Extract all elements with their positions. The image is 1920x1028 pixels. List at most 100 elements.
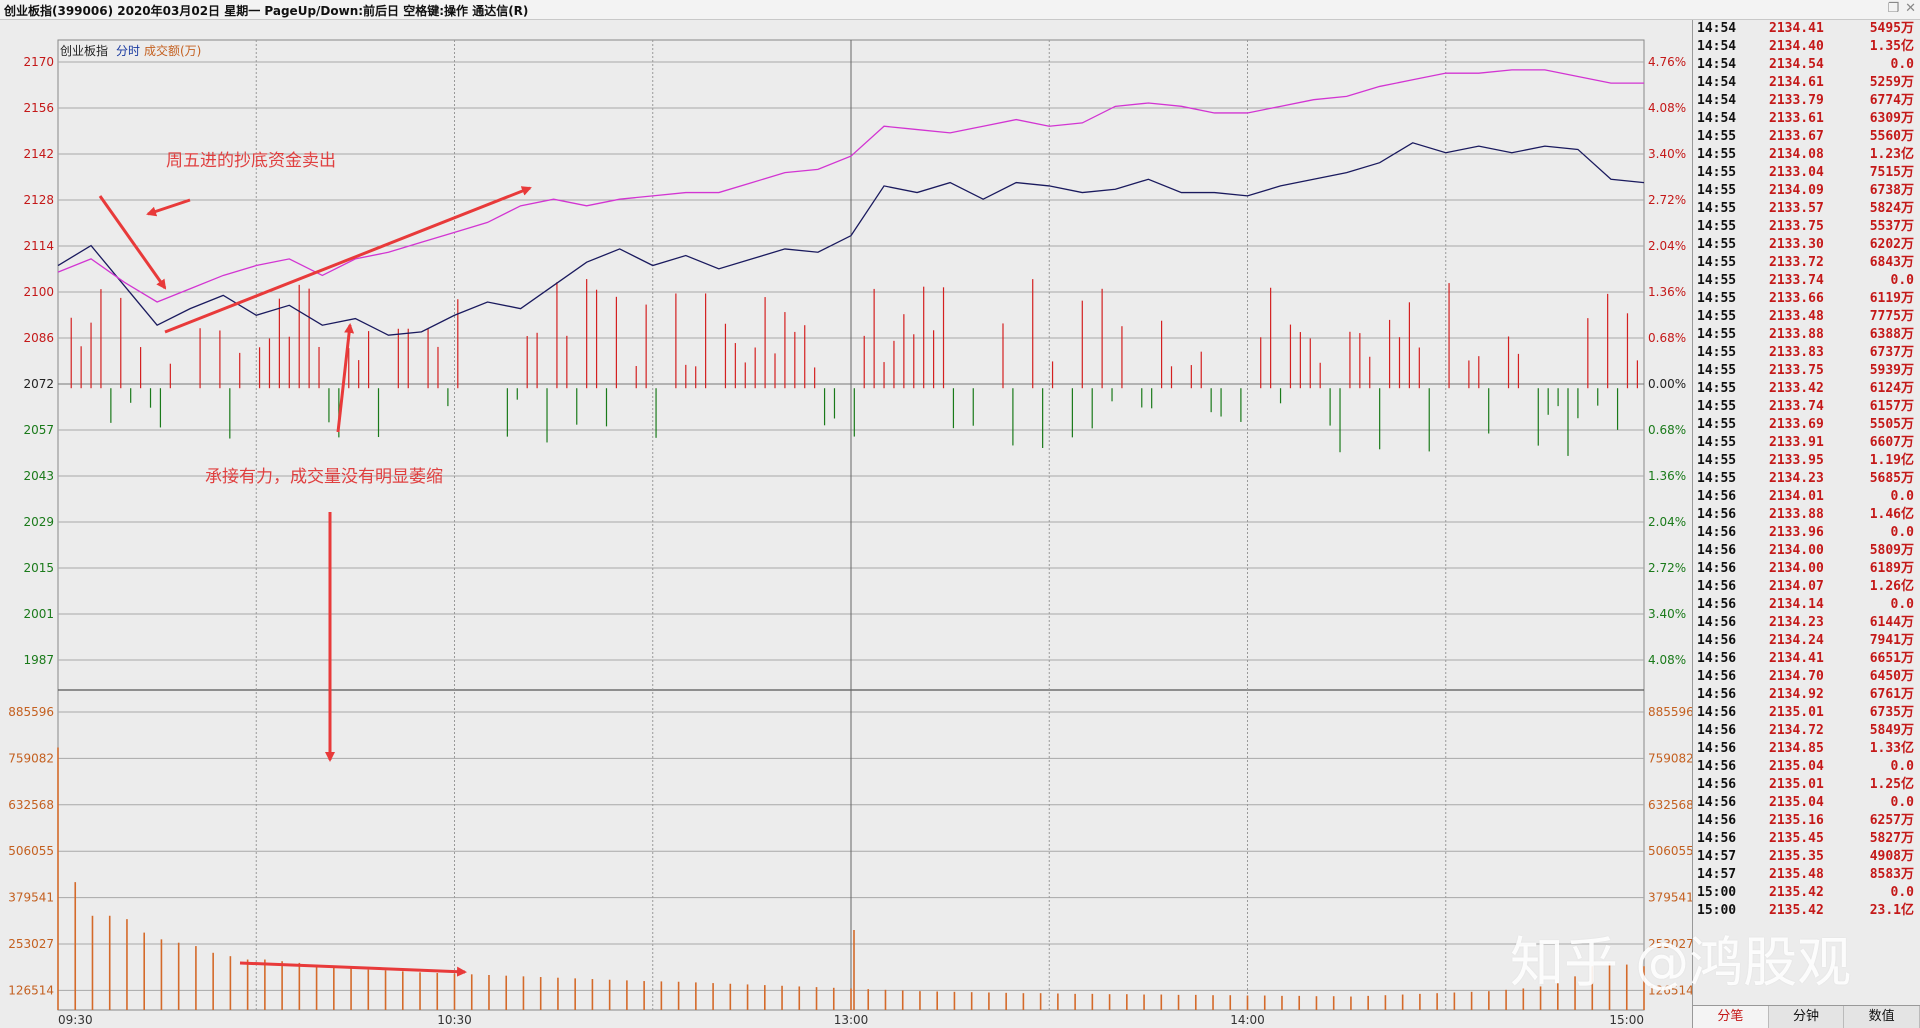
tick-row: 14:55 2133.30 6202万 — [1693, 236, 1920, 254]
chart-mode: 分时 — [116, 44, 140, 58]
tick-time: 14:57 — [1697, 867, 1737, 882]
tick-row: 14:56 2134.41 6651万 — [1693, 650, 1920, 668]
tick-time: 14:56 — [1697, 795, 1737, 810]
tick-price: 2133.66 — [1769, 291, 1824, 306]
tick-price: 2135.01 — [1769, 777, 1824, 792]
volume-axis-label-right: 506055 — [1648, 844, 1692, 858]
price-axis-label: 2170 — [23, 55, 54, 69]
tick-vol: 6737万 — [1869, 345, 1914, 360]
tick-price: 2135.04 — [1769, 759, 1824, 774]
tick-vol: 5560万 — [1869, 129, 1914, 144]
tick-vol: 0.0 — [1890, 57, 1914, 72]
pct-axis-label: 4.08% — [1648, 101, 1686, 115]
tick-row: 14:55 2133.72 6843万 — [1693, 254, 1920, 272]
time-axis-label: 15:00 — [1609, 1013, 1644, 1027]
tick-vol: 6738万 — [1869, 183, 1914, 198]
tick-price: 2133.88 — [1769, 327, 1824, 342]
tick-vol: 5537万 — [1869, 219, 1914, 234]
tab-2[interactable]: 数值 — [1844, 1006, 1920, 1028]
tick-vol: 0.0 — [1890, 885, 1914, 900]
pct-axis-label: 0.68% — [1648, 423, 1686, 437]
tick-time: 14:56 — [1697, 615, 1737, 630]
tick-list-panel[interactable]: 14:54 2134.41 5495万 14:54 2134.40 1.35亿 14:54 2… — [1692, 20, 1920, 1028]
tick-vol: 5849万 — [1869, 723, 1914, 738]
annotation-middle: 承接有力，成交量没有明显萎缩 — [205, 467, 443, 487]
tick-vol: 1.33亿 — [1869, 741, 1914, 756]
tick-row: 14:56 2135.04 0.0 — [1693, 794, 1920, 812]
tick-price: 2133.88 — [1769, 507, 1824, 522]
tick-row: 14:56 2134.23 6144万 — [1693, 614, 1920, 632]
intraday-chart[interactable]: 2170 4.76% 2156 4.08% 2142 3.40% 2128 2.72% 2114… — [0, 20, 1692, 1028]
tick-row: 14:56 2135.16 6257万 — [1693, 812, 1920, 830]
tick-vol: 7515万 — [1869, 165, 1914, 180]
tick-price: 2133.79 — [1769, 93, 1824, 108]
tab-0[interactable]: 分笔 — [1693, 1006, 1769, 1028]
tick-vol: 0.0 — [1890, 759, 1914, 774]
tick-time: 14:55 — [1697, 453, 1737, 468]
volume-axis-label: 126514 — [8, 983, 54, 997]
tick-vol: 6735万 — [1869, 705, 1914, 720]
pct-axis-label: 2.72% — [1648, 193, 1686, 207]
pct-axis-label: 2.04% — [1648, 515, 1686, 529]
tick-price: 2134.23 — [1769, 615, 1824, 630]
volume-axis-label-right: 632568 — [1648, 798, 1692, 812]
tick-time: 14:56 — [1697, 561, 1737, 576]
tick-vol: 1.46亿 — [1869, 507, 1914, 522]
tick-time: 14:55 — [1697, 417, 1737, 432]
pct-axis-label: 3.40% — [1648, 607, 1686, 621]
tick-vol: 1.19亿 — [1869, 453, 1914, 468]
tick-row: 14:55 2133.74 6157万 — [1693, 398, 1920, 416]
tick-row: 14:55 2134.08 1.23亿 — [1693, 146, 1920, 164]
tick-price: 2135.48 — [1769, 867, 1824, 882]
tick-vol: 5827万 — [1869, 831, 1914, 846]
tick-row: 14:56 2134.01 0.0 — [1693, 488, 1920, 506]
tick-vol: 5495万 — [1869, 21, 1914, 36]
tick-row: 14:55 2134.23 5685万 — [1693, 470, 1920, 488]
restore-icon[interactable]: ❐ — [1887, 1, 1899, 16]
tick-price: 2135.01 — [1769, 705, 1824, 720]
tab-1[interactable]: 分钟 — [1769, 1006, 1845, 1028]
tick-time: 14:55 — [1697, 399, 1737, 414]
price-axis-label: 2029 — [23, 515, 54, 529]
tick-price: 2133.95 — [1769, 453, 1824, 468]
tick-row: 14:55 2133.42 6124万 — [1693, 380, 1920, 398]
tick-price: 2134.14 — [1769, 597, 1824, 612]
tick-vol: 6388万 — [1869, 327, 1914, 342]
tick-time: 14:54 — [1697, 57, 1737, 72]
tick-row: 14:57 2135.48 8583万 — [1693, 866, 1920, 884]
time-axis-label: 13:00 — [834, 1013, 869, 1027]
volume-axis-label: 632568 — [8, 798, 54, 812]
tick-row: 14:56 2135.01 6735万 — [1693, 704, 1920, 722]
tick-list: 14:54 2134.41 5495万 14:54 2134.40 1.35亿 14:54 2… — [1693, 20, 1920, 920]
tick-vol: 23.1亿 — [1869, 903, 1914, 918]
tick-time: 14:55 — [1697, 327, 1737, 342]
pct-axis-label: 1.36% — [1648, 285, 1686, 299]
tick-vol: 5505万 — [1869, 417, 1914, 432]
tick-time: 14:54 — [1697, 75, 1737, 90]
tick-row: 14:56 2135.04 0.0 — [1693, 758, 1920, 776]
time-axis-label: 14:00 — [1230, 1013, 1265, 1027]
title-bar: 创业板指(399006) 2020年03月02日 星期一 PageUp/Down… — [0, 0, 1920, 20]
volume-axis-label-right: 379541 — [1648, 891, 1692, 905]
tick-price: 2134.08 — [1769, 147, 1824, 162]
tick-price: 2134.41 — [1769, 651, 1824, 666]
tick-vol: 0.0 — [1890, 273, 1914, 288]
tick-time: 14:54 — [1697, 21, 1737, 36]
volume-axis-label-right: 885596 — [1648, 705, 1692, 719]
tick-price: 2133.75 — [1769, 363, 1824, 378]
tick-vol: 6450万 — [1869, 669, 1914, 684]
tick-tabs: 分笔 分钟 数值 — [1693, 1005, 1920, 1028]
pct-axis-label: 4.08% — [1648, 653, 1686, 667]
tick-price: 2133.74 — [1769, 399, 1824, 414]
tick-price: 2133.57 — [1769, 201, 1824, 216]
tick-row: 14:54 2134.41 5495万 — [1693, 20, 1920, 38]
tick-time: 14:55 — [1697, 237, 1737, 252]
price-axis-label: 2086 — [23, 331, 54, 345]
annotation-top: 周五进的抄底资金卖出 — [166, 151, 336, 171]
close-icon[interactable]: ✕ — [1905, 1, 1916, 16]
volume-axis-label-right: 759082 — [1648, 751, 1692, 765]
tick-price: 2134.61 — [1769, 75, 1824, 90]
tick-row: 14:55 2133.66 6119万 — [1693, 290, 1920, 308]
tick-price: 2133.61 — [1769, 111, 1824, 126]
tick-price: 2134.07 — [1769, 579, 1824, 594]
